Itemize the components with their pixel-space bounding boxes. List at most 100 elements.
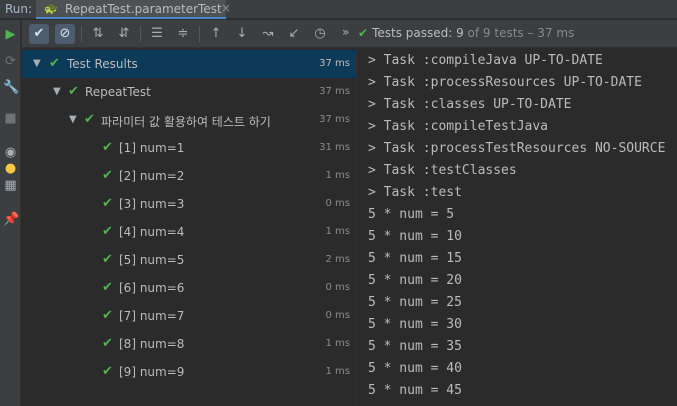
tree-item-time: 1 ms [325,366,351,377]
console-line: > Task :compileJava UP-TO-DATE [368,53,603,68]
console-output[interactable]: > Task :compileJava UP-TO-DATE > Task :p… [357,48,677,406]
tree-class-time: 37 ms [319,86,350,97]
history-icon[interactable]: ◷ [310,24,330,44]
left-gutter: ▶ ⟳ 🔧 ■ ◉ ● ▦ 📌 [0,20,21,406]
console-line: 5 * num = 30 [368,317,462,332]
status-count: 9 [456,26,464,40]
tree-item-row[interactable]: ✔ [5] num=5 2 ms [22,246,356,274]
console-line: > Task :processResources UP-TO-DATE [368,75,642,90]
pass-check-icon: ✔ [102,364,113,379]
console-line: > Task :compileTestJava [368,119,549,134]
tree-item-label: [1] num=1 [119,141,185,155]
console-line: 5 * num = 25 [368,295,462,310]
run-tab-title: RepeatTest.parameterTest [65,2,222,16]
console-line: > Task :testClasses [368,163,517,178]
console-line: 5 * num = 5 [368,207,455,222]
tree-item-label: [4] num=4 [119,225,185,239]
console-line: 5 * num = 10 [368,229,462,244]
pass-check-icon: ✔ [68,84,79,99]
console-line: 5 * num = 35 [368,339,462,354]
show-ignored-icon[interactable]: ⊘ [55,24,75,44]
tree-class-label: RepeatTest [85,85,151,99]
pass-check-icon: ✔ [102,252,113,267]
tree-item-row[interactable]: ✔ [4] num=4 1 ms [22,218,356,246]
console-line: > Task :classes UP-TO-DATE [368,97,572,112]
tree-item-row[interactable]: ✔ [3] num=3 0 ms [22,190,356,218]
pass-check-icon: ✔ [84,112,95,127]
console-line: > Task :test [368,185,462,200]
tree-item-time: 0 ms [325,198,351,209]
pass-check-icon: ✔ [102,224,113,239]
tree-root-label: Test Results [67,57,138,71]
pass-check-icon: ✔ [102,196,113,211]
toolbar-separator [81,26,82,42]
tree-class-row[interactable]: ▼ ✔ RepeatTest 37 ms [22,78,356,106]
run-tab-bar: Run: 🐢 RepeatTest.parameterTest × [0,0,677,19]
tree-item-time: 0 ms [325,282,351,293]
pass-check-icon: ✔ [49,56,60,71]
console-line: 5 * num = 45 [368,383,462,398]
tree-root-row[interactable]: ▼ ✔ Test Results 37 ms [22,50,356,78]
pass-check-icon: ✔ [102,168,113,183]
tree-item-time: 0 ms [325,310,351,321]
turtle-icon: 🐢 [44,2,58,15]
tree-item-row[interactable]: ✔ [1] num=1 31 ms [22,134,356,162]
tree-method-time: 37 ms [319,114,350,125]
stop-icon[interactable]: ■ [3,111,18,126]
status-suffix: of 9 tests – 37 ms [463,26,575,40]
console-line: 5 * num = 40 [368,361,462,376]
tree-item-row[interactable]: ✔ [6] num=6 0 ms [22,274,356,302]
import-tests-icon[interactable]: ↝ [258,24,278,44]
tree-item-label: [8] num=8 [119,337,185,351]
console-line: 5 * num = 15 [368,251,462,266]
pass-check-icon: ✔ [358,26,369,40]
tree-item-label: [3] num=3 [119,197,185,211]
sort-duration-icon[interactable]: ⇵ [114,24,134,44]
tree-item-label: [2] num=2 [119,169,185,183]
toolbar-separator [140,26,141,42]
tree-item-label: [6] num=6 [119,281,185,295]
expand-all-icon[interactable]: ☰ [147,24,167,44]
tree-item-time: 1 ms [325,226,351,237]
toolbar-separator [199,26,200,42]
pass-check-icon: ✔ [102,336,113,351]
tree-item-row[interactable]: ✔ [8] num=8 1 ms [22,330,356,358]
sort-alpha-icon[interactable]: ⇅ [88,24,108,44]
pass-check-icon: ✔ [102,308,113,323]
bulb-icon[interactable]: ● [3,161,18,176]
tree-item-label: [9] num=9 [119,365,185,379]
run-label: Run: [5,2,33,16]
layout-icon[interactable]: ▦ [3,178,18,193]
tree-item-row[interactable]: ✔ [7] num=7 0 ms [22,302,356,330]
wrench-icon[interactable]: 🔧 [3,80,19,95]
collapse-all-icon[interactable]: ≑ [173,24,193,44]
next-failed-icon[interactable]: ↓ [232,24,252,44]
test-tree: ▼ ✔ Test Results 37 ms ▼ ✔ RepeatTest 37… [22,48,356,406]
tree-method-label: 파라미터 값 활용하여 테스트 하기 [101,115,271,129]
status-prefix: Tests passed: [372,26,457,40]
tree-item-row[interactable]: ✔ [9] num=9 1 ms [22,358,356,386]
prev-failed-icon[interactable]: ↑ [206,24,226,44]
test-status: ✔ Tests passed: 9 of 9 tests – 37 ms [358,26,574,40]
close-icon[interactable]: × [221,1,231,15]
tree-item-row[interactable]: ✔ [2] num=2 1 ms [22,162,356,190]
export-icon[interactable]: ↙ [284,24,304,44]
tree-item-time: 2 ms [325,254,351,265]
pin-icon[interactable]: 📌 [3,212,19,227]
tree-root-time: 37 ms [319,58,350,69]
tree-item-time: 31 ms [319,142,350,153]
pass-check-icon: ✔ [102,140,113,155]
chevron-down-icon[interactable]: ▼ [69,114,77,125]
chevron-down-icon[interactable]: ▼ [53,86,61,97]
run-tab[interactable]: 🐢 RepeatTest.parameterTest [36,0,226,19]
eye-icon[interactable]: ◉ [3,145,18,160]
chevron-down-icon[interactable]: ▼ [33,58,41,69]
show-passed-icon[interactable]: ✔ [29,24,49,44]
rerun-icon[interactable]: ▶ [3,27,18,42]
rerun-failed-icon[interactable]: ⟳ [3,54,18,69]
tree-item-label: [5] num=5 [119,253,185,267]
tree-method-row[interactable]: ▼ ✔ 파라미터 값 활용하여 테스트 하기 37 ms [22,106,356,134]
pass-check-icon: ✔ [102,280,113,295]
more-icon[interactable]: » [342,25,349,39]
console-line: 5 * num = 20 [368,273,462,288]
